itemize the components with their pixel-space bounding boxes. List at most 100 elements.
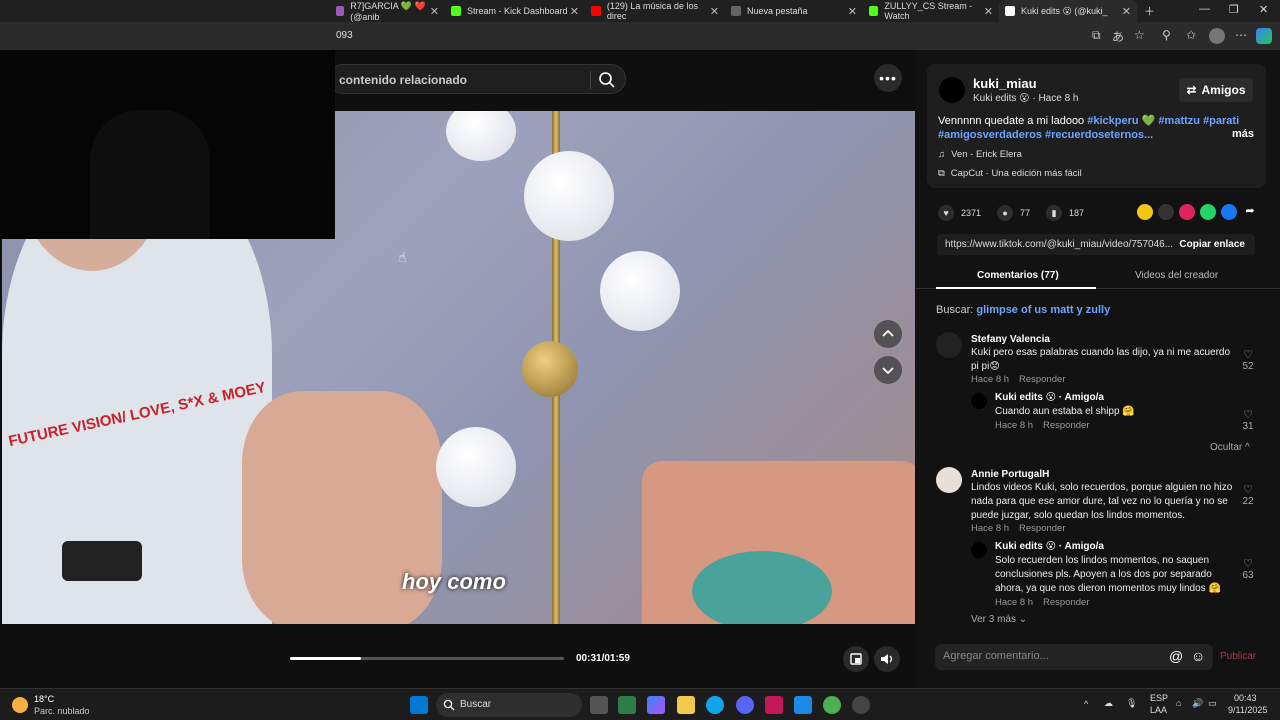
whatsapp-icon[interactable] <box>1200 204 1216 220</box>
avatar[interactable] <box>971 393 987 409</box>
edge-icon[interactable] <box>706 696 724 714</box>
clock-date[interactable]: 9/11/2025 <box>1228 705 1267 715</box>
search-term[interactable]: glimpse of us matt y zully <box>976 304 1110 316</box>
open-app-icon[interactable]: ⧉ <box>1092 28 1101 43</box>
comment-like[interactable]: ♡ 22 <box>1238 483 1258 507</box>
tab-comments[interactable]: Comentarios (77) <box>977 270 1059 281</box>
more-menu-icon[interactable]: ⋯ <box>1235 28 1247 42</box>
comment-search-suggestion[interactable]: Buscar: glimpse of us matt y zully <box>936 304 1110 316</box>
maximize-icon[interactable]: ❐ <box>1229 3 1239 16</box>
photos-icon[interactable] <box>794 696 812 714</box>
publish-button[interactable]: Publicar <box>1220 651 1256 662</box>
emoji-icon[interactable]: ☺ <box>1191 648 1205 664</box>
hashtag-link[interactable]: #kickperu 💚 <box>1087 115 1155 127</box>
reply-button[interactable]: Responder <box>1043 597 1089 608</box>
copy-link-button[interactable]: Copiar enlace <box>1179 239 1245 250</box>
progress-bar[interactable] <box>290 657 564 660</box>
extensions-icon[interactable]: ⚲ <box>1162 28 1171 42</box>
close-icon[interactable]: ✕ <box>848 5 857 18</box>
close-icon[interactable]: ✕ <box>984 5 993 18</box>
close-icon[interactable]: ✕ <box>430 5 439 18</box>
mention-icon[interactable]: @ <box>1169 648 1183 664</box>
tray-chevron-icon[interactable]: ^ <box>1084 699 1088 709</box>
reply-button[interactable]: Responder <box>1019 523 1065 534</box>
close-icon[interactable]: ✕ <box>570 5 579 18</box>
clock-time[interactable]: 00:43 <box>1234 693 1257 703</box>
close-icon[interactable]: ✕ <box>1122 5 1131 18</box>
file-explorer-icon[interactable] <box>677 696 695 714</box>
comment-icon[interactable]: ● <box>997 205 1014 221</box>
language-code[interactable]: ESP <box>1150 693 1168 703</box>
avatar[interactable] <box>971 542 987 558</box>
comment-author[interactable]: Kuki edits 😮 · Amigo/a <box>995 541 1104 552</box>
search-input[interactable]: contenido relacionado <box>339 73 467 87</box>
close-window-icon[interactable]: ✕ <box>1259 3 1268 16</box>
cloud-icon[interactable]: ☁ <box>1104 698 1113 709</box>
microphone-icon[interactable]: 🎙 <box>1126 698 1137 709</box>
taskbar-search[interactable]: Buscar <box>436 693 582 717</box>
capcut-row[interactable]: ⧉ CapCut · Una edición más fácil <box>938 168 1082 179</box>
search-icon[interactable] <box>597 70 617 90</box>
profile-avatar-icon[interactable] <box>1209 28 1225 44</box>
discord-icon[interactable] <box>736 696 754 714</box>
new-tab-icon[interactable]: ＋ <box>1144 3 1155 19</box>
hashtag-link[interactable]: #parati <box>1200 115 1239 127</box>
hashtag-link[interactable]: #recuerdoseternos... <box>1042 129 1153 141</box>
task-view-icon[interactable] <box>590 696 608 714</box>
volume-button[interactable] <box>874 646 900 672</box>
facebook-icon[interactable] <box>1221 204 1237 220</box>
network-icon[interactable]: ⌂ <box>1176 698 1181 708</box>
tab-4[interactable]: Nueva pestaña ✕ <box>725 0 863 22</box>
hashtag-link[interactable]: #amigosverdaderos <box>938 129 1042 141</box>
windows-start-icon[interactable] <box>410 696 428 714</box>
floating-player-button[interactable] <box>843 646 869 672</box>
music-row[interactable]: ♫ Ven - Erick Elera <box>938 149 1022 160</box>
xbox-icon[interactable] <box>823 696 841 714</box>
copilot-icon[interactable] <box>1256 28 1272 44</box>
hide-replies-button[interactable]: Ocultar ^ <box>1210 442 1250 453</box>
tab-3[interactable]: (129) La música de los direc ✕ <box>585 0 725 22</box>
reply-button[interactable]: Responder <box>1019 374 1065 385</box>
comment-author[interactable]: Kuki edits 😮 · Amigo/a <box>995 392 1104 403</box>
minimize-icon[interactable]: — <box>1199 3 1210 15</box>
avatar[interactable] <box>939 77 965 103</box>
tf-app-icon[interactable] <box>765 696 783 714</box>
coin-icon[interactable] <box>1137 204 1153 220</box>
share-arrow-icon[interactable]: ➦ <box>1242 204 1258 220</box>
avatar[interactable] <box>936 467 962 493</box>
comment-input[interactable]: Agregar comentario... @ ☺ <box>935 644 1213 670</box>
collections-icon[interactable]: ✩ <box>1186 28 1196 42</box>
tab-6-active[interactable]: Kuki edits 😮 (@kuki_ ✕ <box>999 0 1137 22</box>
obs-icon[interactable] <box>852 696 870 714</box>
related-search-box[interactable]: contenido relacionado <box>328 64 626 94</box>
next-video-button[interactable] <box>874 356 902 384</box>
friends-button[interactable]: ⇄ Amigos <box>1179 78 1253 102</box>
copilot-icon[interactable] <box>647 696 665 714</box>
comment-author[interactable]: Stefany Valencia <box>971 334 1050 345</box>
speaker-icon[interactable]: 🔊 <box>1192 698 1203 709</box>
tab-5[interactable]: ZULLYY_CS Stream - Watch ✕ <box>863 0 999 22</box>
username[interactable]: kuki_miau <box>973 76 1037 91</box>
translate-icon[interactable]: あ <box>1112 28 1124 45</box>
favorite-star-icon[interactable]: ☆ <box>1134 28 1145 42</box>
comment-author[interactable]: Annie PortugalH <box>971 469 1049 480</box>
url-text[interactable]: 093 <box>336 30 353 41</box>
tab-2[interactable]: Stream - Kick Dashboard ✕ <box>445 0 585 22</box>
comment-like[interactable]: ♡ 52 <box>1238 348 1258 372</box>
battery-icon[interactable]: ▭ <box>1208 698 1217 709</box>
comment-like[interactable]: ♡ 31 <box>1238 408 1258 432</box>
send-icon[interactable] <box>1179 204 1195 220</box>
heart-icon[interactable]: ♥ <box>938 205 954 221</box>
previous-video-button[interactable] <box>874 320 902 348</box>
embed-icon[interactable] <box>1158 204 1174 220</box>
language-layout[interactable]: LAA <box>1150 705 1167 715</box>
close-icon[interactable]: ✕ <box>710 5 719 18</box>
see-more-replies-button[interactable]: Ver 3 más ⌄ <box>971 614 1027 625</box>
more-options-button[interactable]: ••• <box>874 64 902 92</box>
hashtag-link[interactable]: #mattzu <box>1155 115 1200 127</box>
bookmark-icon[interactable]: ▮ <box>1046 205 1063 221</box>
tab-1[interactable]: R7]GARCIA 💚 ❤️ (@anib ✕ <box>330 0 445 22</box>
see-more-button[interactable]: más <box>1232 128 1254 140</box>
tab-creator-videos[interactable]: Videos del creador <box>1135 270 1218 281</box>
comment-like[interactable]: ♡ 63 <box>1238 557 1258 581</box>
